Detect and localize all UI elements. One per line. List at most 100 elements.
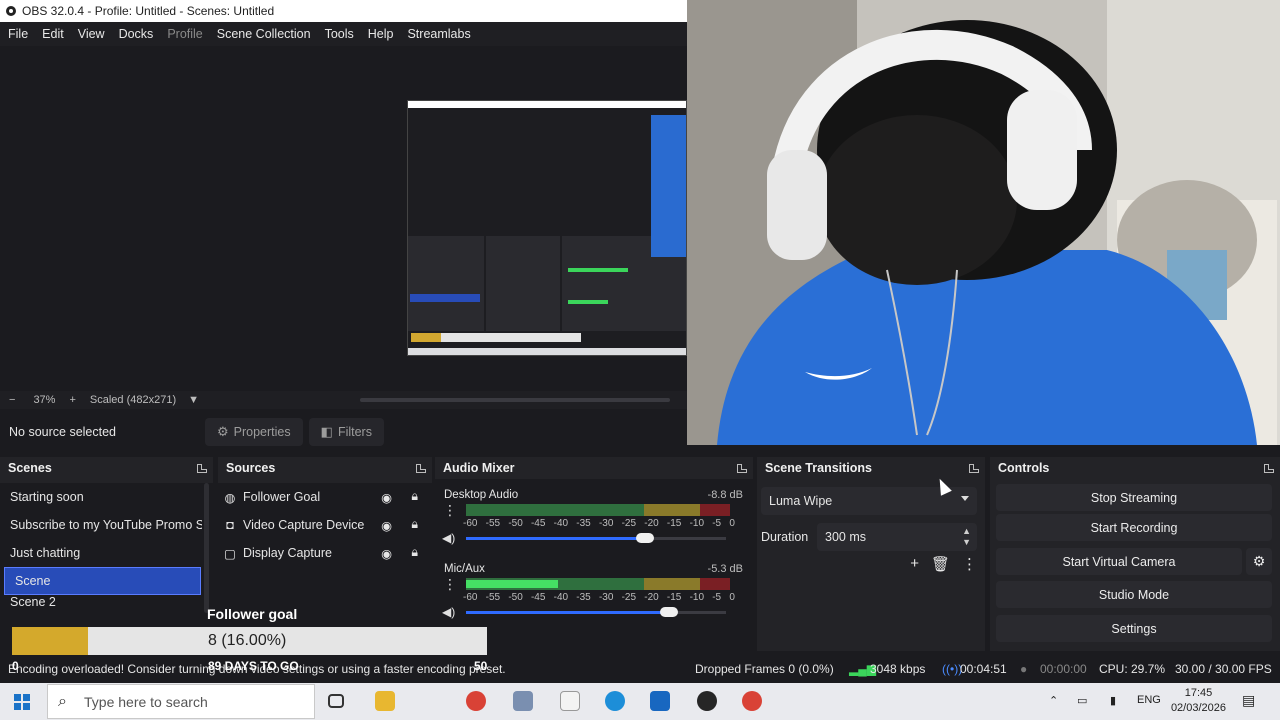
file-explorer-icon[interactable] <box>375 691 395 711</box>
add-icon[interactable]: + <box>910 555 919 573</box>
undock-icon[interactable] <box>737 463 747 473</box>
volume-slider[interactable] <box>466 607 726 617</box>
preview-scrollbar[interactable] <box>360 398 670 402</box>
cpu-usage: CPU: 29.7% <box>1099 662 1166 676</box>
channel-name: Mic/Aux <box>444 563 485 575</box>
scale-label: Scaled (482x271) <box>89 394 177 406</box>
undock-icon[interactable] <box>1264 463 1274 473</box>
transition-tools: + 🗑︎ ⋮ <box>910 555 977 573</box>
menu-view[interactable]: View <box>74 27 109 41</box>
outlook-icon[interactable] <box>650 691 670 711</box>
stop-streaming-button[interactable]: Stop Streaming <box>996 484 1272 511</box>
studio-mode-button[interactable]: Studio Mode <box>996 581 1272 608</box>
speaker-icon[interactable]: ◀) <box>442 531 455 545</box>
kebab-menu-icon[interactable]: ⋮ <box>443 577 457 591</box>
camera-icon: ◘ <box>226 518 234 532</box>
dropped-frames: Dropped Frames 0 (0.0%) <box>695 662 834 676</box>
scenes-scrollbar[interactable] <box>204 483 209 613</box>
goal-start-value: 0 <box>12 659 19 673</box>
app-icon[interactable] <box>513 691 533 711</box>
properties-button[interactable]: ⚙ Properties <box>205 418 303 446</box>
mixer-channel-desktop: Desktop Audio -8.8 dB ⋮ -60 -55 -50 -45 -40-… <box>435 483 753 553</box>
windows-start-icon[interactable] <box>14 694 30 710</box>
volume-slider[interactable] <box>466 533 726 543</box>
notifications-icon[interactable]: ▤ <box>1242 692 1255 709</box>
preview-zoom-bar: − 37% + Scaled (482x271) ▼ <box>0 391 687 409</box>
microphone-icon[interactable]: ▮ <box>1110 694 1116 707</box>
trash-icon[interactable]: 🗑︎ <box>931 555 950 573</box>
menu-file[interactable]: File <box>4 27 32 41</box>
audio-mixer-dock: Audio Mixer Desktop Audio -8.8 dB ⋮ -60-… <box>435 457 753 651</box>
source-item[interactable]: ▢ Display Capture ◉ 🔒︎ <box>218 539 432 567</box>
channel-name: Desktop Audio <box>444 489 519 501</box>
windows-taskbar: ⌕ Type here to search ⌃ ▭ ▮ ENG 17:45 02… <box>0 683 1280 720</box>
record-icon: ● <box>1020 662 1028 676</box>
chrome-icon[interactable] <box>742 691 762 711</box>
duration-spinner[interactable]: ▲ ▼ <box>962 526 971 548</box>
window-title: OBS 32.0.4 - Profile: Untitled - Scenes:… <box>22 4 275 18</box>
lock-icon[interactable]: 🔒︎ <box>411 489 418 504</box>
chrome-icon[interactable] <box>466 691 486 711</box>
zoom-out-button[interactable]: − <box>9 394 15 406</box>
scene-item-selected[interactable]: Scene <box>4 567 201 595</box>
goal-target-value: 50 <box>474 659 488 673</box>
undock-icon[interactable] <box>969 463 979 473</box>
scene-item[interactable]: Just chatting <box>0 539 213 567</box>
undock-icon[interactable] <box>197 463 207 473</box>
goal-progress-fill <box>12 627 88 655</box>
record-time: 00:00:00 <box>1040 662 1087 676</box>
obs-logo-icon <box>6 6 16 16</box>
menu-profile[interactable]: Profile <box>163 27 206 41</box>
menu-tools[interactable]: Tools <box>321 27 358 41</box>
undock-icon[interactable] <box>416 463 426 473</box>
tray-chevron-icon[interactable]: ⌃ <box>1049 694 1058 707</box>
volume-slider-handle[interactable] <box>659 607 678 617</box>
source-item[interactable]: ◍ Follower Goal ◉ 🔒︎ <box>218 483 432 511</box>
duration-label: Duration <box>761 530 809 544</box>
kebab-menu-icon[interactable]: ⋮ <box>962 555 977 573</box>
visibility-eye-icon[interactable]: ◉ <box>381 546 392 561</box>
start-virtual-camera-button[interactable]: Start Virtual Camera <box>996 548 1242 575</box>
lock-icon[interactable]: 🔒︎ <box>411 545 418 560</box>
zoom-in-button[interactable]: + <box>69 394 75 406</box>
settings-button[interactable]: Settings <box>996 615 1272 642</box>
webcam-feed <box>687 0 1280 445</box>
filters-button[interactable]: ◧ Filters <box>308 418 384 446</box>
search-icon: ⌕ <box>58 693 67 710</box>
duration-row: Duration 300 ms ▲ ▼ <box>761 523 977 551</box>
scene-item[interactable]: Starting soon <box>0 483 213 511</box>
taskbar-clock[interactable]: 17:45 02/03/2026 <box>1171 686 1226 716</box>
virtual-camera-settings-button[interactable]: ⚙ <box>1246 548 1272 575</box>
title-bar: OBS 32.0.4 - Profile: Untitled - Scenes:… <box>0 0 687 22</box>
language-indicator[interactable]: ENG <box>1137 694 1161 706</box>
menu-docks[interactable]: Docks <box>115 27 158 41</box>
menu-scene-collection[interactable]: Scene Collection <box>213 27 315 41</box>
edge-icon[interactable] <box>605 691 625 711</box>
network-icon[interactable]: ▭ <box>1077 694 1087 707</box>
scale-dropdown-icon[interactable]: ▼ <box>188 394 199 406</box>
scene-item[interactable]: Subscribe to my YouTube Promo S <box>0 511 202 539</box>
start-recording-button[interactable]: Start Recording <box>996 514 1272 541</box>
mixer-channel-mic: Mic/Aux -5.3 dB ⋮ -60 -55 -50 -45 -40 -35 -30-… <box>435 557 753 627</box>
file-icon[interactable] <box>560 691 580 711</box>
kebab-menu-icon[interactable]: ⋮ <box>443 503 457 517</box>
duration-input[interactable]: 300 ms ▲ ▼ <box>817 523 977 551</box>
lock-icon[interactable]: 🔒︎ <box>411 517 418 532</box>
source-item[interactable]: ◘ Video Capture Device ◉ 🔒︎ <box>218 511 432 539</box>
menu-help[interactable]: Help <box>364 27 398 41</box>
meter-level <box>466 580 559 588</box>
menu-edit[interactable]: Edit <box>38 27 68 41</box>
task-view-icon[interactable] <box>328 694 344 708</box>
goal-title: Follower goal <box>207 606 298 622</box>
zoom-value: 37% <box>33 394 56 406</box>
speaker-icon[interactable]: ◀) <box>442 605 455 619</box>
scene-item[interactable]: Scene 2 <box>0 595 213 609</box>
volume-slider-handle[interactable] <box>636 533 655 543</box>
visibility-eye-icon[interactable]: ◉ <box>381 490 392 505</box>
taskbar-search[interactable]: ⌕ Type here to search <box>47 684 315 719</box>
channel-db: -8.8 dB <box>707 489 743 501</box>
menu-streamlabs[interactable]: Streamlabs <box>403 27 474 41</box>
obs-taskbar-icon[interactable] <box>697 691 717 711</box>
visibility-eye-icon[interactable]: ◉ <box>381 518 392 533</box>
monitor-icon: ▢ <box>224 546 236 561</box>
